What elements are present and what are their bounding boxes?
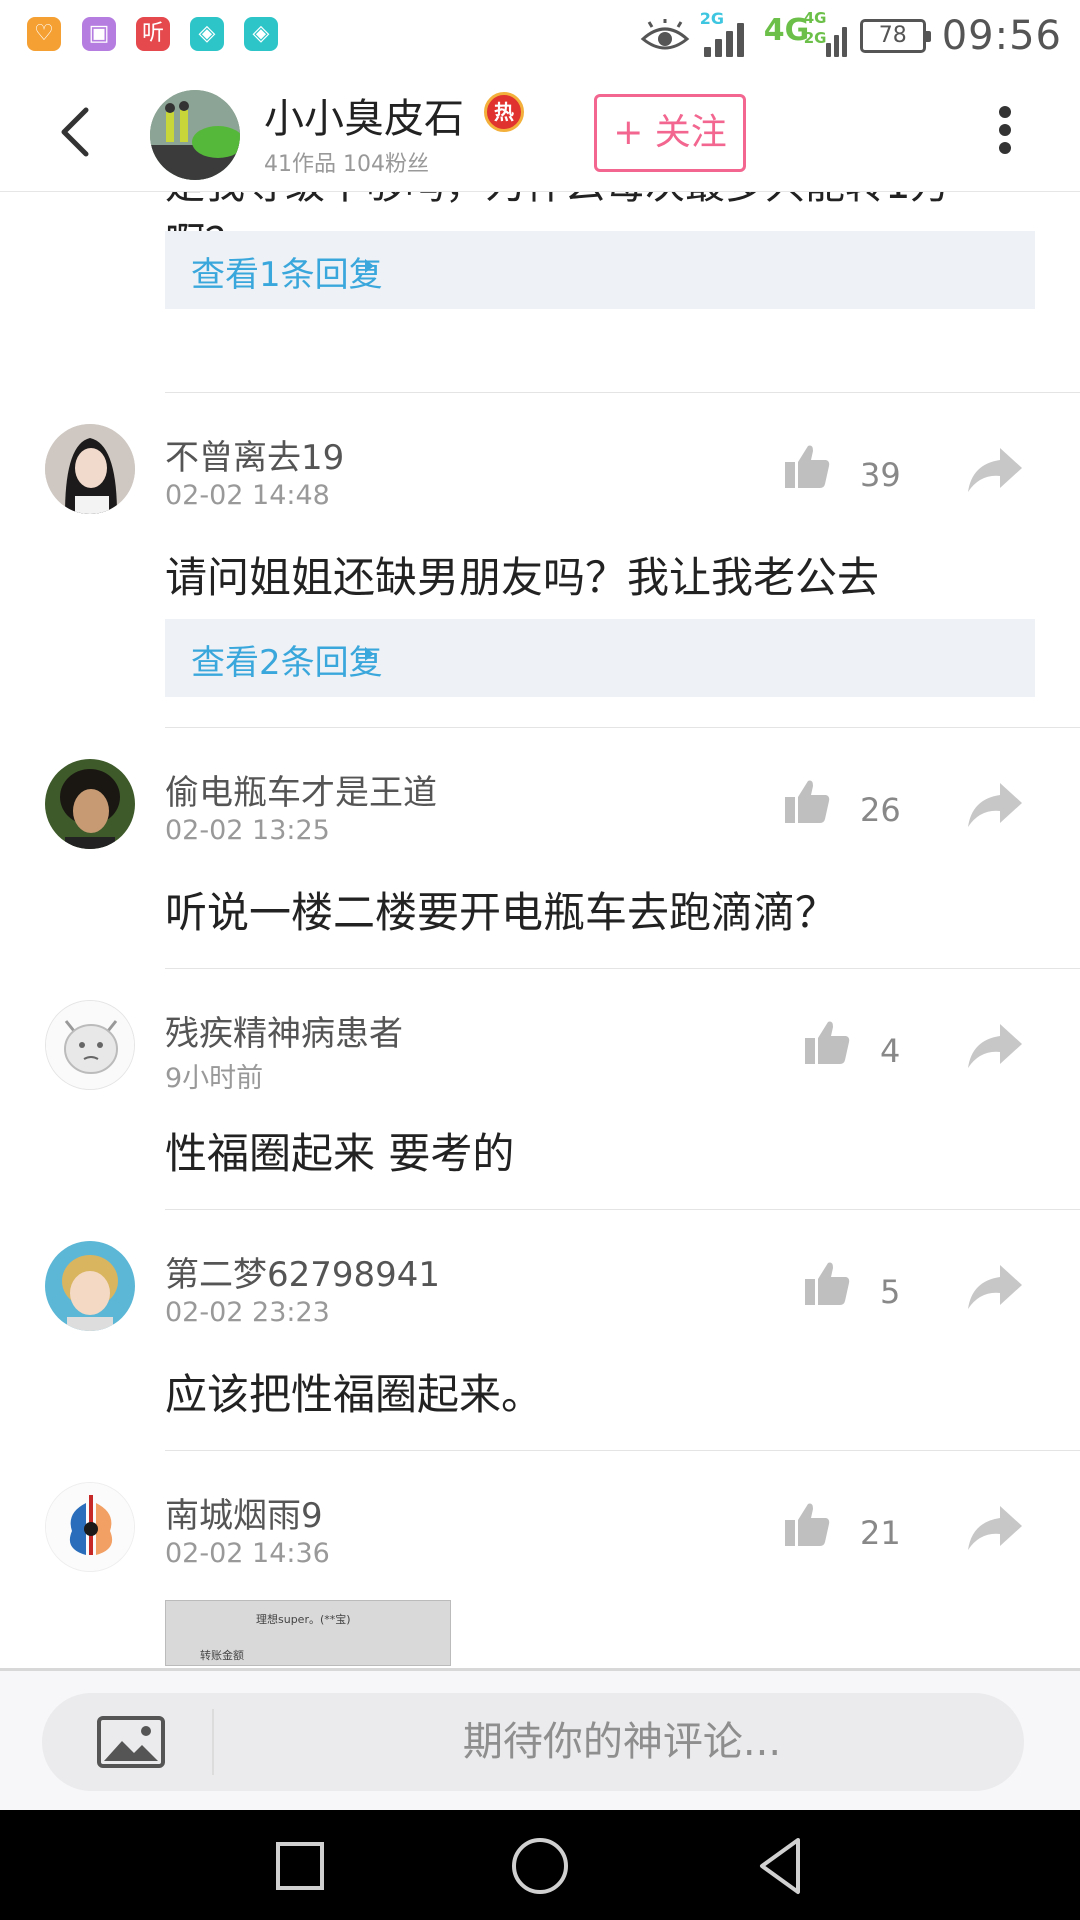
commenter-name[interactable]: 第二梦62798941 — [165, 1247, 440, 1296]
comment-input-bar: 期待你的神评论... — [0, 1668, 1080, 1810]
commenter-name[interactable]: 不曾离去19 — [165, 430, 344, 479]
like-thumb-icon[interactable] — [802, 1018, 852, 1068]
follow-button[interactable]: + 关注 — [594, 94, 746, 172]
comment-time: 02-02 14:48 — [165, 480, 330, 511]
author-avatar[interactable] — [150, 90, 240, 180]
commenter-name[interactable]: 南城烟雨9 — [165, 1488, 323, 1537]
commenter-name[interactable]: 偷电瓶车才是王道 — [165, 765, 437, 814]
health-app-icon: ♡ — [27, 17, 61, 51]
commenter-avatar[interactable] — [45, 424, 135, 514]
commenter-avatar[interactable] — [45, 759, 135, 849]
divider — [165, 392, 1080, 393]
like-count: 26 — [860, 791, 901, 829]
author-name[interactable]: 小小臭皮石 — [264, 86, 464, 144]
chevron-right-icon — [365, 259, 374, 273]
comment-input[interactable]: 期待你的神评论... — [42, 1693, 1024, 1791]
child-portrait-icon — [45, 1241, 135, 1331]
divider — [165, 727, 1080, 728]
clock: 09:56 — [941, 13, 1062, 59]
thumbnail-text: 理想super。(**宝) — [256, 1613, 351, 1626]
shield-app-icon: ◈ — [190, 17, 224, 51]
thumbnail-text: 转账金额 — [200, 1649, 244, 1662]
eye-comfort-icon — [640, 19, 690, 50]
divider — [165, 1209, 1080, 1210]
commenter-avatar[interactable] — [45, 1482, 135, 1572]
comment-time: 02-02 13:25 — [165, 815, 330, 846]
like-thumb-icon[interactable] — [802, 1259, 852, 1309]
comment-list: 是我等级不够吗，为什么每次最多只能转1万啊？ 查看1条回复 不曾离去19 02-… — [0, 192, 1080, 1668]
like-thumb-icon[interactable] — [782, 777, 832, 827]
author-stats: 41作品 104粉丝 — [264, 152, 429, 177]
back-triangle-icon[interactable] — [750, 1810, 810, 1920]
system-nav-bar — [0, 1810, 1080, 1920]
comment-time: 02-02 23:23 — [165, 1297, 330, 1328]
recent-apps-icon[interactable] — [270, 1810, 330, 1920]
share-arrow-icon[interactable] — [966, 1263, 1024, 1311]
commenter-name[interactable]: 残疾精神病患者 — [165, 1006, 403, 1055]
commenter-avatar[interactable] — [45, 1000, 135, 1090]
status-indicators: 2G 4G 4G 2G 78 09:56 — [640, 8, 1062, 64]
divider — [165, 1450, 1080, 1451]
commenter-avatar[interactable] — [45, 1241, 135, 1331]
back-arrow-icon[interactable] — [52, 102, 96, 162]
comment-text: 听说一楼二楼要开电瓶车去跑滴滴？ — [165, 888, 838, 937]
man-portrait-icon — [45, 759, 135, 849]
signal-2g-icon: 2G — [700, 9, 754, 61]
more-options-icon[interactable] — [990, 100, 1020, 164]
like-count: 39 — [860, 456, 901, 494]
gallery-app-icon: ▣ — [82, 17, 116, 51]
battery-indicator: 78 — [859, 19, 931, 53]
chevron-right-icon — [365, 647, 374, 661]
guitar-logo-icon — [46, 1483, 134, 1571]
like-thumb-icon[interactable] — [782, 1500, 832, 1550]
comment-text: 请问姐姐还缺男朋友吗？我让我老公去 — [165, 553, 880, 602]
status-bar: ♡ ▣ 听 ◈ ◈ 2G 4G 4G 2G 78 09:56 — [0, 0, 1080, 72]
divider — [165, 968, 1080, 969]
share-arrow-icon[interactable] — [966, 1504, 1024, 1552]
home-icon[interactable] — [508, 1810, 572, 1920]
image-picker-icon[interactable] — [96, 1715, 166, 1769]
divider — [212, 1709, 214, 1775]
share-arrow-icon[interactable] — [966, 781, 1024, 829]
comment-text: 性福圈起来 要考的 — [165, 1129, 515, 1178]
share-arrow-icon[interactable] — [966, 446, 1024, 494]
comment-placeholder[interactable]: 期待你的神评论... — [242, 1693, 1002, 1791]
ting-app-icon: 听 — [136, 17, 170, 51]
comment-time: 02-02 14:36 — [165, 1538, 330, 1569]
view-replies-button[interactable]: 查看2条回复 — [165, 619, 1035, 697]
hot-badge-icon: 热 — [484, 92, 524, 132]
view-replies-button[interactable]: 查看1条回复 — [165, 231, 1035, 309]
author-header: 小小臭皮石 热 41作品 104粉丝 + 关注 — [0, 72, 1080, 192]
comment-image-thumbnail[interactable]: 理想super。(**宝) 转账金额 — [165, 1600, 451, 1666]
shield-app-icon-2: ◈ — [244, 17, 278, 51]
like-count: 21 — [860, 1514, 901, 1552]
like-thumb-icon[interactable] — [782, 442, 832, 492]
comment-time: 9小时前 — [165, 1063, 264, 1094]
car-photo-icon — [150, 90, 240, 180]
like-count: 4 — [880, 1032, 901, 1070]
like-count: 5 — [880, 1273, 901, 1311]
signal-4g-icon: 4G 4G 2G — [764, 9, 850, 61]
share-arrow-icon[interactable] — [966, 1022, 1024, 1070]
comment-text: 应该把性福圈起来。 — [165, 1370, 544, 1419]
cartoon-face-icon — [46, 1001, 134, 1089]
woman-portrait-icon — [45, 424, 135, 514]
